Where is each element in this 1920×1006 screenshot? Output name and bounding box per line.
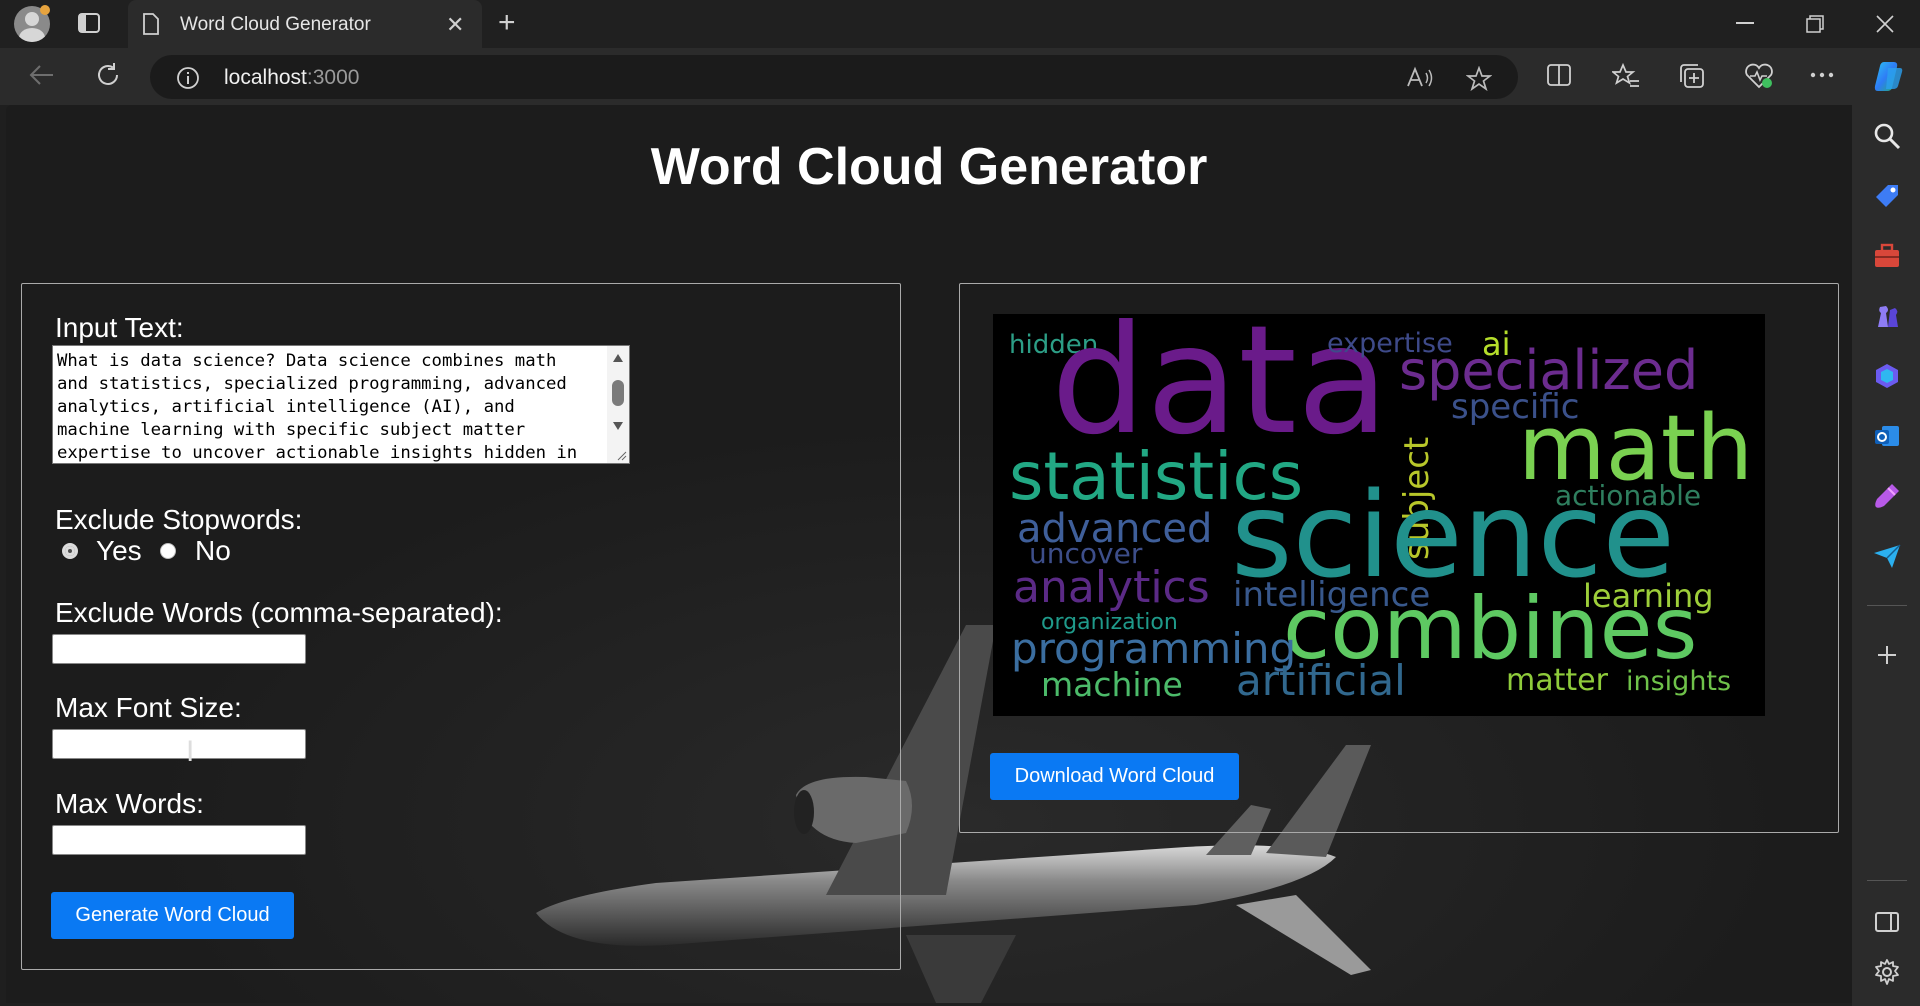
profile-badge-icon — [40, 5, 50, 15]
text-cursor-icon: Ι — [186, 735, 195, 768]
exclude-words-label: Exclude Words (comma-separated): — [55, 597, 503, 628]
browser-toolbar: localhost:3000 — [0, 48, 1920, 105]
close-window-icon[interactable] — [1876, 15, 1894, 33]
scroll-thumb[interactable] — [612, 380, 624, 406]
page-viewport: Word Cloud Generator Input Text: What is… — [6, 105, 1852, 1003]
minimize-icon[interactable] — [1736, 22, 1754, 25]
max-words-label: Max Words: — [55, 788, 204, 819]
word-cloud-word: analytics — [1013, 562, 1210, 613]
textarea-scrollbar[interactable] — [607, 346, 629, 463]
send-icon[interactable] — [1872, 541, 1902, 571]
new-tab-icon[interactable]: + — [498, 8, 516, 38]
split-screen-icon[interactable] — [1546, 62, 1572, 88]
page-title: Word Cloud Generator — [650, 138, 1208, 196]
search-icon[interactable] — [1872, 121, 1902, 151]
input-text-content: What is data science? Data science combi… — [57, 351, 578, 462]
toolbox-icon[interactable] — [1872, 241, 1902, 271]
sidebar-divider — [1867, 605, 1907, 606]
stopwords-no-radio[interactable] — [160, 543, 176, 559]
max-words-input[interactable] — [52, 825, 306, 855]
sidebar-divider — [1867, 880, 1907, 881]
generate-button[interactable]: Generate Word Cloud — [51, 892, 294, 939]
word-cloud-image: hidden data expertise ai specialized spe… — [993, 314, 1765, 716]
tab-close-icon[interactable]: ✕ — [446, 12, 464, 38]
word-cloud-word: machine — [1041, 665, 1183, 704]
url-port: :3000 — [306, 66, 360, 89]
chess-icon[interactable] — [1872, 301, 1902, 331]
edge-sidebar — [1852, 105, 1920, 1006]
panel-icon[interactable] — [1872, 907, 1902, 937]
max-font-size-input[interactable] — [52, 729, 306, 759]
stopwords-no-label[interactable]: No — [195, 535, 231, 567]
back-icon[interactable] — [28, 61, 56, 89]
scroll-down-icon[interactable] — [613, 422, 623, 430]
copilot-icon[interactable] — [1870, 58, 1906, 94]
outlook-icon[interactable] — [1872, 421, 1902, 451]
input-text-area[interactable]: What is data science? Data science combi… — [52, 345, 630, 464]
read-aloud-icon[interactable] — [1406, 66, 1434, 90]
favorite-star-icon[interactable] — [1466, 66, 1492, 92]
url-text[interactable]: localhost:3000 — [224, 66, 359, 90]
settings-panel: Input Text: What is data science? Data s… — [21, 283, 901, 970]
stopwords-yes-label[interactable]: Yes — [96, 535, 142, 567]
tag-icon[interactable] — [1872, 181, 1902, 211]
collections-icon[interactable] — [1678, 62, 1706, 90]
page-icon — [143, 13, 159, 35]
restore-icon[interactable] — [1806, 15, 1824, 33]
browser-essentials-icon[interactable] — [1744, 62, 1774, 90]
max-font-size-label: Max Font Size: — [55, 692, 242, 723]
settings-icon[interactable] — [1872, 957, 1902, 987]
designer-icon[interactable] — [1872, 481, 1902, 511]
favorites-icon[interactable] — [1612, 62, 1640, 90]
resize-handle-icon[interactable] — [617, 451, 627, 461]
address-bar[interactable]: localhost:3000 — [150, 55, 1518, 99]
site-info-icon[interactable] — [176, 66, 200, 90]
tab-title: Word Cloud Generator — [180, 14, 371, 35]
scroll-up-icon[interactable] — [613, 354, 623, 362]
input-text-label: Input Text: — [55, 312, 184, 343]
exclude-words-input[interactable] — [52, 634, 306, 664]
reload-icon[interactable] — [94, 61, 122, 89]
output-panel: hidden data expertise ai specialized spe… — [959, 283, 1839, 833]
add-icon[interactable] — [1872, 640, 1902, 670]
word-cloud-word: insights — [1626, 666, 1732, 697]
url-host: localhost — [224, 66, 307, 89]
m365-icon[interactable] — [1872, 361, 1902, 391]
word-cloud-word: artificial — [1236, 656, 1406, 705]
tab-bar: Word Cloud Generator ✕ + — [0, 0, 1920, 48]
tab-actions-icon[interactable] — [78, 13, 100, 33]
word-cloud-word: matter — [1506, 663, 1608, 698]
stopwords-label: Exclude Stopwords: — [55, 504, 303, 535]
stopwords-yes-radio[interactable] — [62, 543, 78, 559]
tab-active[interactable]: Word Cloud Generator ✕ — [128, 0, 482, 48]
download-button[interactable]: Download Word Cloud — [990, 753, 1239, 800]
more-menu-icon[interactable] — [1810, 72, 1834, 78]
